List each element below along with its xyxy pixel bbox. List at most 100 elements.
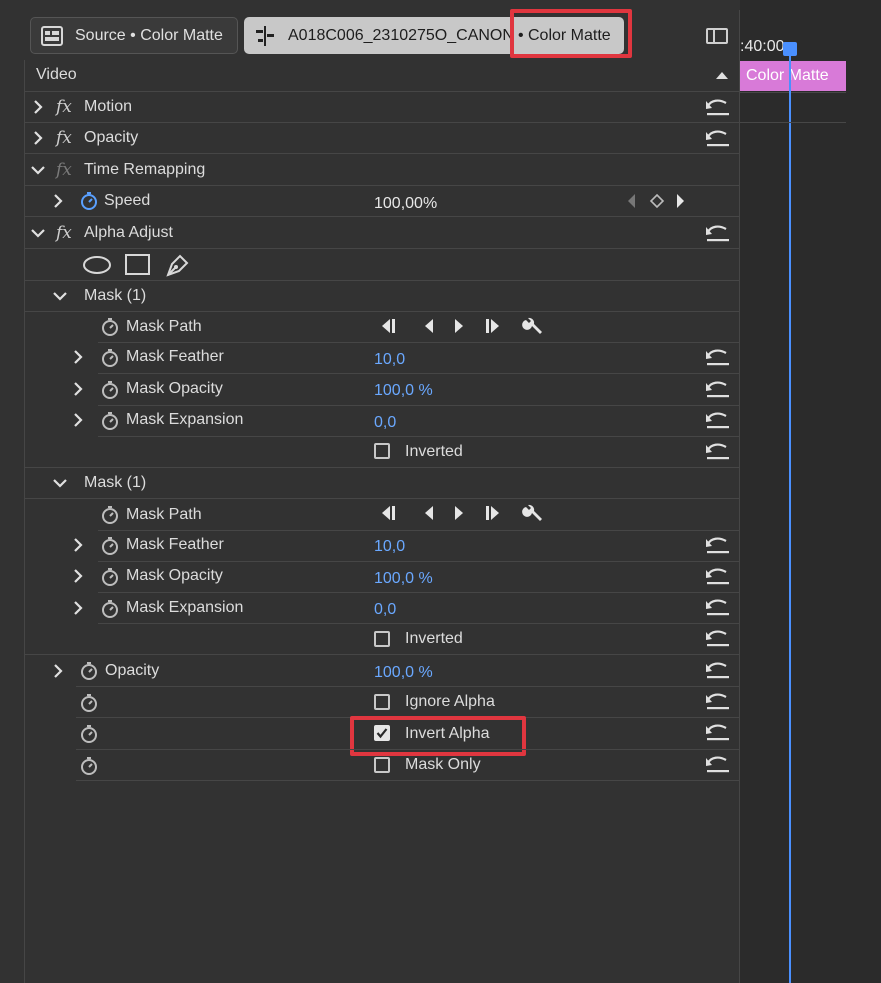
reset-icon[interactable] (705, 722, 731, 742)
mask2-path-label: Mask Path (126, 506, 202, 523)
reset-icon[interactable] (705, 128, 731, 148)
pen-mask-icon[interactable] (165, 252, 191, 278)
reset-icon[interactable] (705, 566, 731, 586)
mask2-expansion-label: Mask Expansion (126, 599, 244, 616)
stopwatch-icon[interactable] (79, 693, 99, 713)
clip-color-matte[interactable]: Color Matte (740, 61, 846, 91)
mask1-feather-value[interactable]: 10,0 (374, 350, 405, 370)
reset-icon[interactable] (705, 754, 731, 774)
tab-source[interactable]: Source • Color Matte (30, 17, 238, 54)
speed-label: Speed (104, 192, 151, 209)
speed-value[interactable]: 100,00% (374, 194, 437, 214)
reset-icon[interactable] (705, 223, 731, 243)
stopwatch-icon[interactable] (100, 505, 120, 525)
mask2-opacity-label: Mask Opacity (126, 567, 223, 584)
chevron-right-icon[interactable] (70, 412, 86, 428)
chevron-right-icon[interactable] (70, 568, 86, 584)
alpha-opacity-label: Opacity (105, 662, 160, 679)
mask-path-tracking-controls[interactable] (380, 316, 548, 336)
effect-controls-icon (252, 23, 278, 49)
mask1-opacity-value[interactable]: 100,0 % (374, 381, 433, 401)
stopwatch-icon[interactable] (100, 599, 120, 619)
ignore-alpha-checkbox[interactable] (374, 694, 390, 710)
reset-icon[interactable] (705, 597, 731, 617)
chevron-right-icon[interactable] (30, 99, 46, 115)
section-video-label: Video (36, 66, 77, 83)
chevron-right-icon[interactable] (50, 193, 66, 209)
timecode: :40:00 (740, 38, 785, 55)
effect-motion: Motion (84, 98, 133, 115)
reset-icon[interactable] (705, 97, 731, 117)
keyframe-navigator[interactable] (626, 193, 688, 209)
source-monitor-icon (39, 23, 65, 49)
mask2-expansion-value[interactable]: 0,0 (374, 600, 396, 620)
stopwatch-icon[interactable] (100, 317, 120, 337)
fx-icon[interactable]: fx (56, 128, 72, 148)
ellipse-mask-icon[interactable] (83, 255, 113, 275)
chevron-right-icon[interactable] (70, 537, 86, 553)
reset-icon[interactable] (705, 347, 731, 367)
collapse-up-icon[interactable] (714, 69, 730, 81)
mask2-feather-value[interactable]: 10,0 (374, 537, 405, 557)
fx-icon[interactable]: fx (56, 223, 72, 243)
tab-source-label: Source • Color Matte (75, 26, 223, 44)
stopwatch-icon[interactable] (79, 661, 99, 681)
reset-icon[interactable] (705, 379, 731, 399)
chevron-right-icon[interactable] (70, 381, 86, 397)
chevron-down-icon[interactable] (30, 162, 46, 178)
chevron-down-icon[interactable] (52, 475, 68, 491)
playhead-handle[interactable] (783, 42, 797, 56)
chevron-right-icon[interactable] (70, 349, 86, 365)
chevron-right-icon[interactable] (50, 663, 66, 679)
tab-sequence-label: A018C006_2310275O_CANON (288, 26, 514, 44)
stopwatch-icon[interactable] (100, 567, 120, 587)
effect-time-remapping: Time Remapping (84, 161, 206, 178)
mask1-expansion-value[interactable]: 0,0 (374, 413, 396, 433)
mask-path-tracking-controls[interactable] (380, 503, 548, 523)
ignore-alpha-label: Ignore Alpha (405, 693, 495, 710)
mask1-expansion-label: Mask Expansion (126, 411, 244, 428)
alpha-opacity-value[interactable]: 100,0 % (374, 663, 433, 683)
highlight-box-tab (510, 9, 632, 58)
effect-alpha-adjust: Alpha Adjust (84, 224, 173, 241)
reset-icon[interactable] (705, 441, 731, 461)
timeline-strip: :40:00 Color Matte (740, 0, 881, 983)
fx-icon[interactable]: fx (56, 97, 72, 117)
mask1-inverted-label: Inverted (405, 443, 463, 460)
mask2-feather-label: Mask Feather (126, 536, 224, 553)
mask2-title: Mask (1) (84, 474, 147, 491)
stopwatch-icon[interactable] (100, 411, 120, 431)
reset-icon[interactable] (705, 691, 731, 711)
fx-icon[interactable]: fx (56, 160, 72, 180)
rectangle-mask-icon[interactable] (125, 254, 151, 276)
mask2-inverted-checkbox[interactable] (374, 631, 390, 647)
mask1-opacity-label: Mask Opacity (126, 380, 223, 397)
stopwatch-icon[interactable] (79, 191, 99, 211)
stopwatch-icon[interactable] (100, 348, 120, 368)
reset-icon[interactable] (705, 410, 731, 430)
playhead-line[interactable] (789, 56, 791, 983)
mask-only-label: Mask Only (405, 756, 481, 773)
panel-toggle-icon[interactable] (706, 28, 728, 44)
mask-only-checkbox[interactable] (374, 757, 390, 773)
stopwatch-icon[interactable] (100, 536, 120, 556)
mask1-feather-label: Mask Feather (126, 348, 224, 365)
mask1-title: Mask (1) (84, 287, 147, 304)
reset-icon[interactable] (705, 660, 731, 680)
mask2-inverted-label: Inverted (405, 630, 463, 647)
stopwatch-icon[interactable] (79, 756, 99, 776)
mask2-opacity-value[interactable]: 100,0 % (374, 569, 433, 589)
stopwatch-icon[interactable] (100, 380, 120, 400)
reset-icon[interactable] (705, 628, 731, 648)
chevron-down-icon[interactable] (30, 225, 46, 241)
chevron-down-icon[interactable] (52, 288, 68, 304)
mask1-path-label: Mask Path (126, 318, 202, 335)
effect-opacity: Opacity (84, 129, 139, 146)
highlight-box-invert-alpha (350, 716, 526, 756)
mask1-inverted-checkbox[interactable] (374, 443, 390, 459)
reset-icon[interactable] (705, 535, 731, 555)
panel-tab-bar: Source • Color Matte A018C006_2310275O_C… (0, 0, 740, 60)
chevron-right-icon[interactable] (70, 600, 86, 616)
stopwatch-icon[interactable] (79, 724, 99, 744)
chevron-right-icon[interactable] (30, 130, 46, 146)
